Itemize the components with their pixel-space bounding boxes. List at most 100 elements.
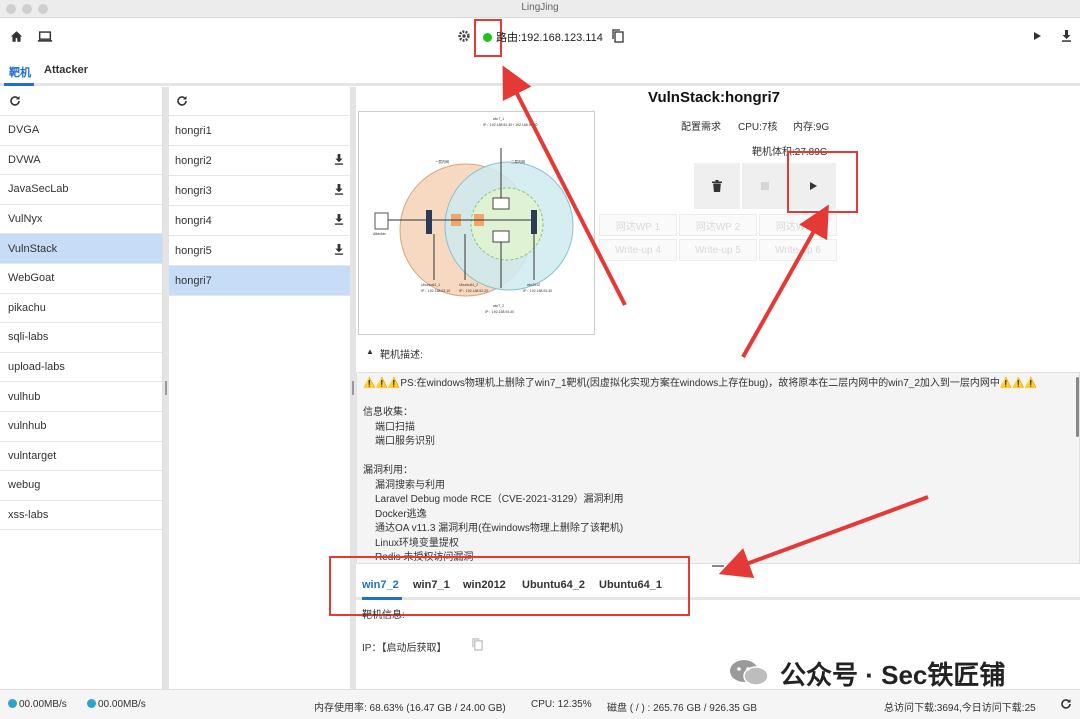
description-line: Linux环境变量提权 [375, 537, 459, 549]
refresh-icon[interactable] [171, 90, 193, 112]
start-highlight-box [787, 151, 858, 213]
description-heading: 靶机描述: [380, 350, 423, 361]
watermark-text: 公众号 · Sec铁匠铺 [780, 660, 1006, 690]
node-ip: IP：192.168.52.10 [421, 289, 451, 293]
download-icon[interactable] [334, 243, 344, 258]
download-icon [87, 699, 96, 708]
category-item[interactable]: webug [0, 471, 162, 501]
host-info-label: 靶机信息: [362, 610, 405, 621]
description-line: 端口服务识别 [375, 436, 435, 447]
target-item[interactable]: hongri1 [169, 116, 350, 146]
category-item[interactable]: DVGA [0, 116, 162, 146]
description-line: 信息收集： [363, 407, 413, 418]
download-speed: 00.00MB/s [87, 699, 146, 710]
category-item[interactable]: vulhub [0, 382, 162, 412]
category-list: DVGA DVWA JavaSecLab VulNyx VulnStack WebGoat… [0, 87, 163, 689]
category-item[interactable]: VulNyx [0, 205, 162, 235]
target-label: hongri4 [175, 214, 212, 227]
config-label: 配置需求 [681, 122, 721, 133]
description-line: 通达OA v11.3 漏洞利用(在windows物理上删除了该靶机) [375, 523, 624, 534]
collapse-icon[interactable]: ▲ [366, 347, 374, 356]
category-item[interactable]: WebGoat [0, 264, 162, 294]
copy-icon[interactable] [472, 638, 483, 654]
target-list: hongri1 hongri2 hongri3 hongri4 hongri5 hongr… [169, 87, 350, 689]
toolbar: 路由:192.168.123.114 [0, 18, 1080, 57]
zone-label: 二层内网 [511, 160, 525, 164]
description-line: Laravel Debug mode RCE（CVE-2021-3129）漏洞利… [375, 494, 624, 505]
category-item[interactable]: sqli-labs [0, 323, 162, 353]
node-label: Attacker [373, 232, 386, 236]
writeup-button[interactable]: Write-up 6 [759, 239, 837, 261]
category-item[interactable]: JavaSecLab [0, 175, 162, 205]
download-icon[interactable] [334, 153, 344, 168]
host-ip: IP：【启动后获取】 [362, 643, 447, 654]
writeup-button[interactable]: 网达WP 2 [679, 214, 757, 236]
zone-label: 一层内网 [435, 160, 449, 164]
writeup-button[interactable]: 网达WP 1 [599, 214, 677, 236]
tab-target[interactable]: 靶机 [9, 64, 31, 80]
home-icon[interactable] [7, 27, 25, 45]
run-icon[interactable] [1028, 27, 1046, 45]
delete-button[interactable] [694, 163, 740, 209]
category-item[interactable]: xss-labs [0, 501, 162, 531]
description-line [363, 392, 1073, 407]
download-icon[interactable] [334, 183, 344, 198]
target-label: hongri7 [175, 274, 212, 287]
refresh-icon[interactable] [1060, 698, 1072, 713]
target-label: hongri1 [175, 124, 212, 137]
writeup-button[interactable]: 网达WP 3 [759, 214, 837, 236]
target-item[interactable]: hongri7 [169, 266, 350, 296]
memory-spec: 内存:9G [793, 122, 830, 133]
target-item[interactable]: hongri4 [169, 206, 350, 236]
category-item[interactable]: upload-labs [0, 353, 162, 383]
node-ip: IP：192.168.52.30 / 192.168.93.20 [483, 123, 538, 127]
upload-icon [8, 699, 17, 708]
title-bar: LingJing [0, 0, 1080, 18]
download-icon[interactable] [1057, 27, 1075, 45]
node-label: Ubuntu64_2 [459, 283, 479, 287]
visit-count: 总访问下载:3694,今日访问下载:25 [884, 703, 1036, 714]
writeup-button[interactable]: Write-up 5 [679, 239, 757, 261]
description-line: Docker逃逸 [375, 508, 427, 520]
connection-status-icon [483, 33, 492, 42]
node-label: win7_2 [493, 304, 505, 308]
target-item[interactable]: hongri2 [169, 146, 350, 176]
node-ip: IP：192.168.93.30 [523, 289, 553, 293]
copy-icon[interactable] [609, 27, 627, 45]
description-line: 漏洞搜索与利用 [375, 479, 445, 491]
download-icon[interactable] [334, 213, 344, 228]
upload-speed: 00.00MB/s [8, 699, 67, 710]
writeup-button[interactable]: Write-up 4 [599, 239, 677, 261]
disk-usage: 磁盘 ( / ) : 265.76 GB / 926.35 GB [607, 703, 758, 714]
node-label: win7_1 [493, 117, 505, 121]
description-scrollbar[interactable] [1076, 377, 1079, 437]
gear-icon[interactable] [455, 27, 473, 45]
category-item[interactable]: vulnhub [0, 412, 162, 442]
description-line [363, 450, 1073, 465]
refresh-icon[interactable] [4, 90, 26, 112]
network-diagram: 一层内网 二层内网 Attacker win7_1 IP：192.168.52.… [358, 111, 595, 335]
category-item[interactable]: DVWA [0, 146, 162, 176]
wechat-logo-icon [728, 658, 772, 688]
laptop-icon[interactable] [36, 27, 54, 45]
target-item[interactable]: hongri5 [169, 236, 350, 266]
target-item[interactable]: hongri3 [169, 176, 350, 206]
node-ip: IP：192.168.52.20 [459, 289, 489, 293]
target-title: VulnStack:hongri7 [648, 89, 780, 106]
tab-attacker[interactable]: Attacker [44, 64, 88, 76]
window-title: LingJing [521, 2, 559, 13]
category-item[interactable]: vulntarget [0, 442, 162, 472]
status-bar: 00.00MB/s 00.00MB/s 内存使用率: 68.63% (16.47… [0, 689, 1080, 719]
cpu-spec: CPU:7核 [738, 122, 778, 133]
main-tabs: 靶机 Attacker [0, 56, 1080, 86]
cpu-usage: CPU: 12.35% [531, 699, 592, 710]
description-text[interactable]: ⚠️⚠️⚠️PS:在windows物理机上删除了win7_1靶机(因虚拟化实现方… [356, 372, 1080, 564]
stop-button[interactable] [742, 163, 788, 209]
category-item[interactable]: pikachu [0, 294, 162, 324]
route-address: 路由:192.168.123.114 [496, 32, 603, 44]
active-tab-indicator [4, 83, 34, 86]
description-line: 端口扫描 [375, 421, 415, 433]
category-item[interactable]: VulnStack [0, 234, 162, 264]
target-label: hongri3 [175, 184, 212, 197]
memory-usage: 内存使用率: 68.63% (16.47 GB / 24.00 GB) [314, 703, 506, 714]
